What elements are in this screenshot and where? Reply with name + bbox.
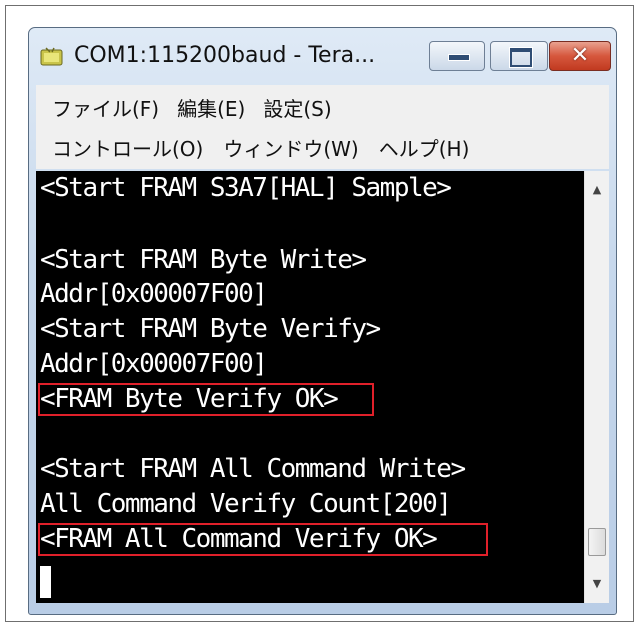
window-title: COM1:115200baud - Tera... <box>74 43 376 68</box>
minimize-icon <box>448 54 470 61</box>
terminal-line: Addr[0x00007F00] <box>40 279 268 309</box>
terminal-output[interactable]: <Start FRAM S3A7[HAL] Sample> <Start FRA… <box>36 171 584 603</box>
menu-row-1: ファイル(F) 編集(E) 設定(S) <box>36 87 336 127</box>
minimize-button[interactable] <box>429 41 485 71</box>
menu-bar: ファイル(F) 編集(E) 設定(S) コントロール(O) ウィンドウ(W) ヘ… <box>36 85 609 169</box>
title-bar[interactable]: COM1:115200baud - Tera... ✕ <box>29 28 616 82</box>
menu-help[interactable]: ヘルプ(H) <box>375 131 474 164</box>
menu-file[interactable]: ファイル(F) <box>48 91 163 124</box>
menu-control[interactable]: コントロール(O) <box>48 131 207 164</box>
terminal-line: All Command Verify Count[200] <box>40 489 452 519</box>
highlight-box-byte-verify <box>38 383 374 416</box>
vertical-scrollbar[interactable]: ▲ ▼ <box>584 171 609 603</box>
close-icon: ✕ <box>570 43 590 68</box>
menu-row-2: コントロール(O) ウィンドウ(W) ヘルプ(H) <box>36 127 473 167</box>
menu-window[interactable]: ウィンドウ(W) <box>219 131 362 164</box>
terminal-line: <Start FRAM Byte Verify> <box>40 314 381 344</box>
menu-setup[interactable]: 設定(S) <box>259 91 335 124</box>
highlight-box-command-verify <box>38 523 488 556</box>
text-cursor <box>40 566 51 598</box>
maximize-icon <box>510 48 532 67</box>
scroll-up-icon[interactable]: ▲ <box>585 179 609 201</box>
close-button[interactable]: ✕ <box>549 41 611 71</box>
maximize-button[interactable] <box>490 41 548 71</box>
scroll-down-icon[interactable]: ▼ <box>585 573 609 595</box>
scrollbar-thumb[interactable] <box>588 528 606 556</box>
teraterm-icon <box>40 47 63 66</box>
terminal-line: <Start FRAM All Command Write> <box>40 454 466 484</box>
terminal-line: Addr[0x00007F00] <box>40 349 268 379</box>
teraterm-window: COM1:115200baud - Tera... ✕ ファイル(F) 編集(E… <box>28 27 617 615</box>
terminal-line: <Start FRAM S3A7[HAL] Sample> <box>40 173 452 203</box>
menu-edit[interactable]: 編集(E) <box>173 91 249 124</box>
terminal-line: <Start FRAM Byte Write> <box>40 245 367 275</box>
